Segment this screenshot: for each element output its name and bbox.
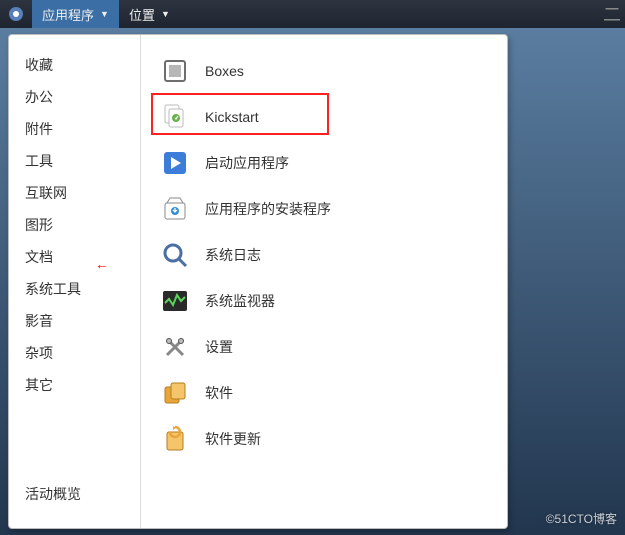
application-list: Boxes Kickstart 启动应用程序 应用程序的安装程序 系统日志 [141,35,507,528]
category-sundry[interactable]: 杂项 [9,337,140,369]
top-panel: 应用程序 ▼ 位置 ▼ 二 [0,0,625,28]
applications-menu-dropdown: 收藏 办公 附件 工具 互联网 图形 文档 系统工具 影音 杂项 其它 活动概览… [8,34,508,529]
category-other[interactable]: 其它 [9,369,140,401]
watermark: ©51CTO博客 [546,510,617,527]
category-documentation[interactable]: 文档 [9,241,140,273]
system-monitor-icon [159,285,191,317]
category-tools[interactable]: 工具 [9,145,140,177]
app-label: 软件 [205,383,233,403]
app-label: 应用程序的安装程序 [205,199,331,219]
app-label: 软件更新 [205,429,261,449]
category-office[interactable]: 办公 [9,81,140,113]
category-internet[interactable]: 互联网 [9,177,140,209]
app-label: 设置 [205,337,233,357]
menu-applications[interactable]: 应用程序 ▼ [32,0,119,28]
category-graphics[interactable]: 图形 [9,209,140,241]
app-kickstart[interactable]: Kickstart [151,95,497,139]
app-label: 系统监视器 [205,291,275,311]
app-label: Kickstart [205,109,259,125]
software-update-icon [159,423,191,455]
app-logs[interactable]: 系统日志 [151,233,497,277]
app-label: Boxes [205,63,244,79]
window-edge-marker: 二 [605,0,625,28]
app-software-update[interactable]: 软件更新 [151,417,497,461]
system-logo-icon [8,6,24,22]
app-system-monitor[interactable]: 系统监视器 [151,279,497,323]
boxes-icon [159,55,191,87]
category-list: 收藏 办公 附件 工具 互联网 图形 文档 系统工具 影音 杂项 其它 活动概览… [9,35,141,528]
app-software[interactable]: 软件 [151,371,497,415]
app-label: 启动应用程序 [205,153,289,173]
menu-places-label: 位置 [129,5,155,24]
app-boxes[interactable]: Boxes [151,49,497,93]
logs-icon [159,239,191,271]
software-installer-icon [159,193,191,225]
chevron-down-icon: ▼ [100,9,109,19]
menu-places[interactable]: 位置 ▼ [119,0,180,28]
app-settings[interactable]: 设置 [151,325,497,369]
chevron-down-icon: ▼ [161,9,170,19]
kickstart-icon [159,101,191,133]
category-system-tools[interactable]: 系统工具 [9,273,140,305]
startup-icon [159,147,191,179]
app-software-installer[interactable]: 应用程序的安装程序 [151,187,497,231]
category-favorites[interactable]: 收藏 [9,49,140,81]
category-sound-video[interactable]: 影音 [9,305,140,337]
settings-icon [159,331,191,363]
menu-applications-label: 应用程序 [42,5,94,24]
category-accessories[interactable]: 附件 [9,113,140,145]
app-startup-applications[interactable]: 启动应用程序 [151,141,497,185]
software-icon [159,377,191,409]
category-activities[interactable]: 活动概览 [9,477,140,518]
app-label: 系统日志 [205,245,261,265]
